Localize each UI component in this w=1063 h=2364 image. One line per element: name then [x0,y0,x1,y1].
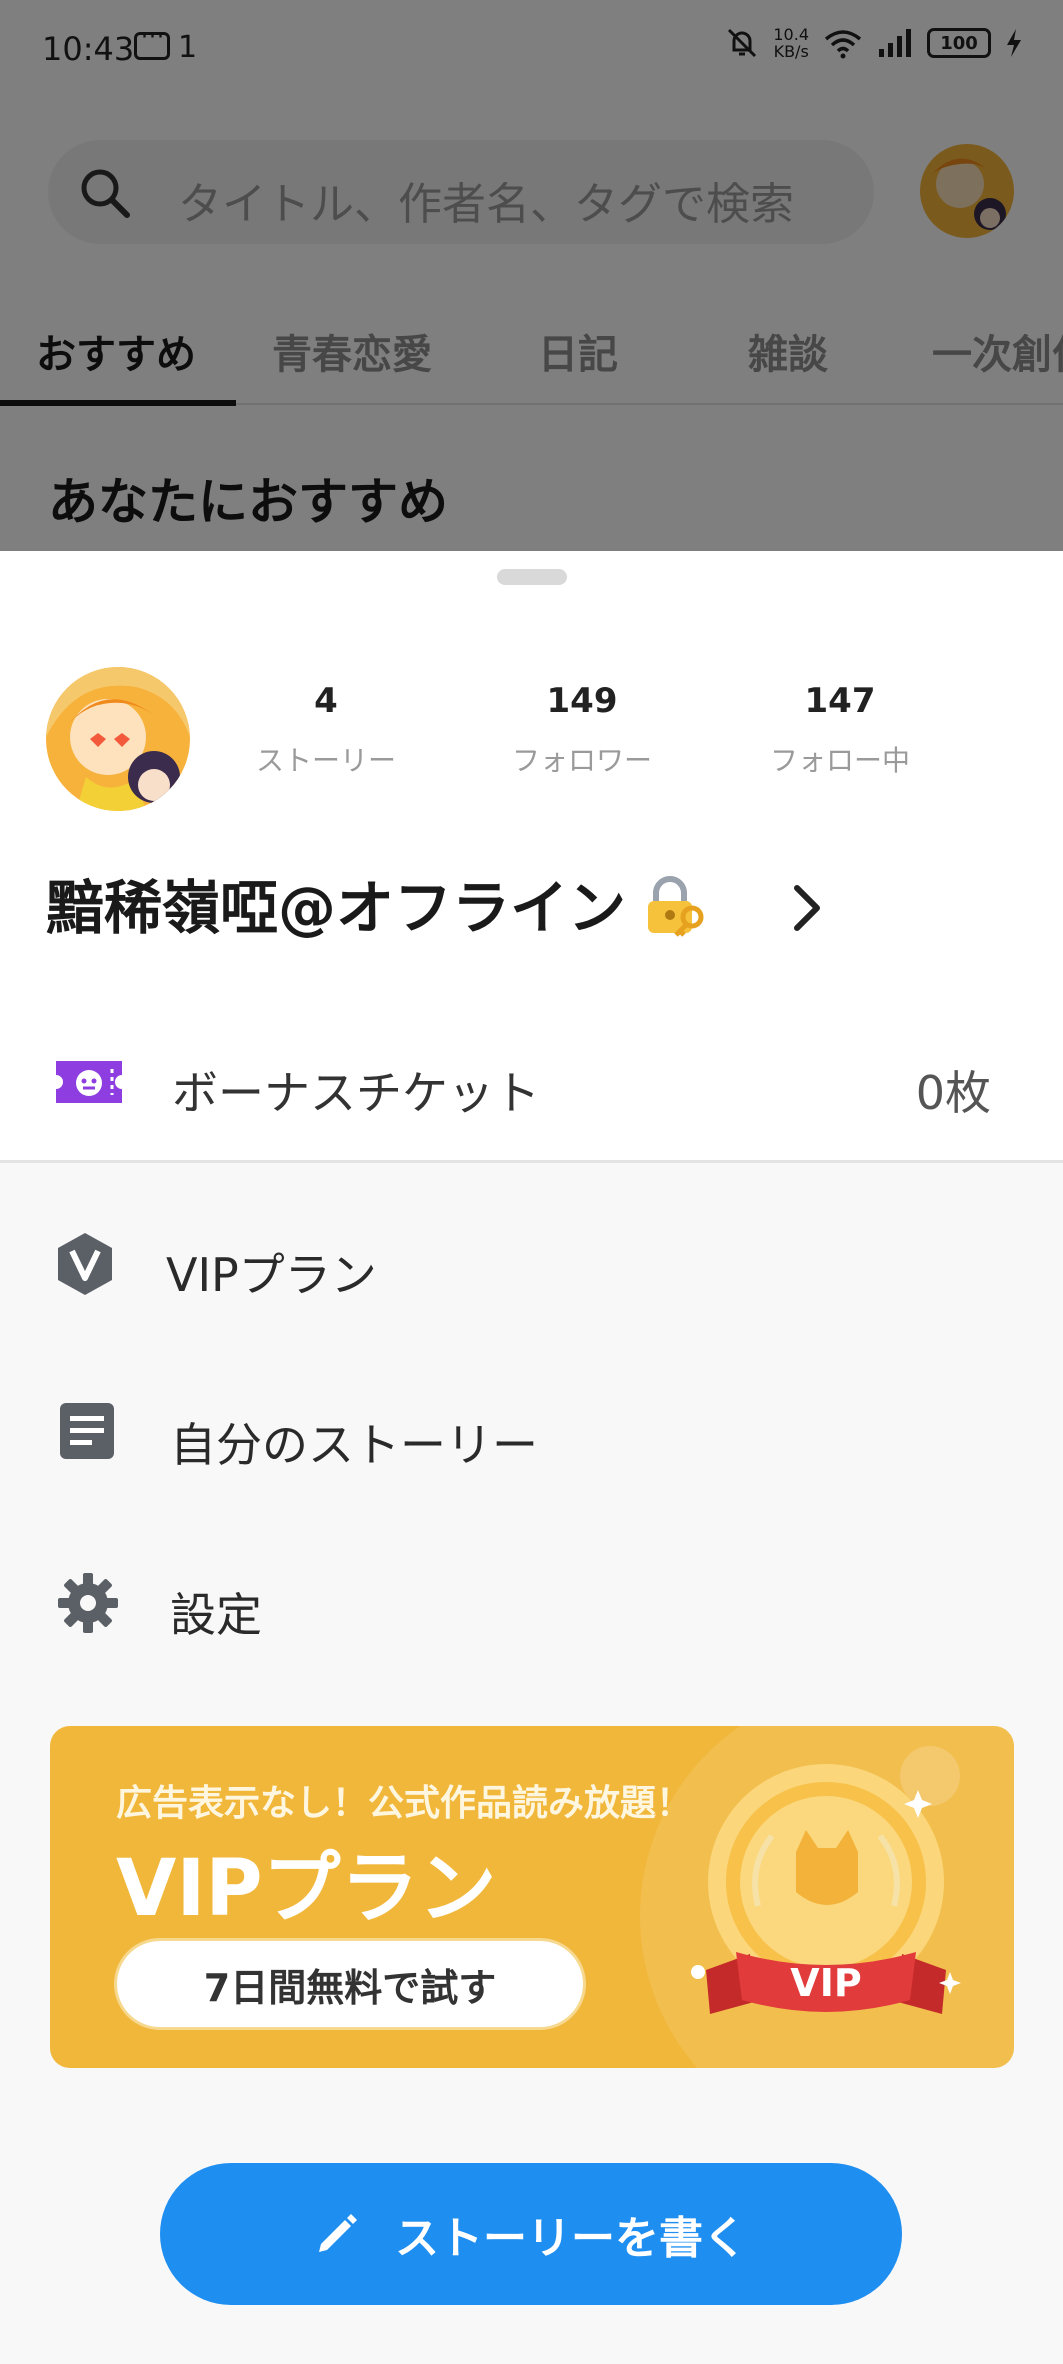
menu-vip-plan-label: VIPプラン [166,1248,377,1302]
vip-promo-banner[interactable]: 広告表示なし！公式作品読み放題！ VIPプラン 7日間無料で試す VIP [50,1726,1014,2068]
stat-following-label: フォロー中 [769,744,910,777]
menu-settings[interactable]: 設定 [0,1527,1063,1677]
bonus-ticket-label: ボーナスチケット [172,1066,540,1120]
drag-handle[interactable] [497,569,567,585]
avatar-image [46,667,190,811]
document-icon [60,1403,114,1459]
vip-free-trial-label: 7日間無料で試す [203,1965,497,2010]
vip-medal-icon: VIP [691,1764,961,2014]
vip-banner-title: VIPプラン [116,1844,497,1934]
gear-icon [58,1573,118,1633]
vip-medal-text: VIP [790,1961,861,2005]
pencil-icon [319,2214,357,2252]
menu-my-stories-label: 自分のストーリー [170,1418,538,1472]
stat-followers-label: フォロワー [511,744,652,777]
vip-badge-icon [58,1233,112,1295]
menu-vip-plan[interactable]: VIPプラン [0,1187,1063,1337]
profile-avatar[interactable] [46,667,190,811]
stat-following-value: 147 [804,681,876,721]
vip-banner-subtitle: 広告表示なし！公式作品読み放題！ [116,1783,693,1824]
write-story-label: ストーリーを書く [395,2213,747,2264]
stat-stories-label: ストーリー [255,744,396,777]
profile-link[interactable]: 黯稀嶺啞@オフライン [46,861,846,951]
bonus-ticket-row[interactable]: ボーナスチケット 0枚 [0,1021,1063,1151]
stat-stories[interactable]: 4 ストーリー [226,681,426,779]
stat-following[interactable]: 147 フォロー中 [740,681,940,779]
ticket-icon [56,1061,122,1103]
vip-free-trial-button[interactable]: 7日間無料で試す [114,1938,586,2030]
username: 黯稀嶺啞@オフライン [46,874,627,942]
profile-bottom-sheet: 4 ストーリー 149 フォロワー 147 フォロー中 黯稀嶺啞@オフライン ボ… [0,551,1063,2364]
stat-followers-value: 149 [546,681,618,721]
chevron-right-icon [794,885,820,931]
dim-overlay[interactable] [0,0,1063,560]
write-story-button[interactable]: ストーリーを書く [160,2163,902,2305]
profile-card: 4 ストーリー 149 フォロワー 147 フォロー中 黯稀嶺啞@オフライン ボ… [0,551,1063,1163]
menu-settings-label: 設定 [170,1588,262,1642]
bonus-ticket-count: 0枚 [915,1066,991,1120]
stat-stories-value: 4 [314,681,338,721]
stat-followers[interactable]: 149 フォロワー [482,681,682,779]
lock-key-icon [648,876,704,937]
menu-my-stories[interactable]: 自分のストーリー [0,1357,1063,1507]
